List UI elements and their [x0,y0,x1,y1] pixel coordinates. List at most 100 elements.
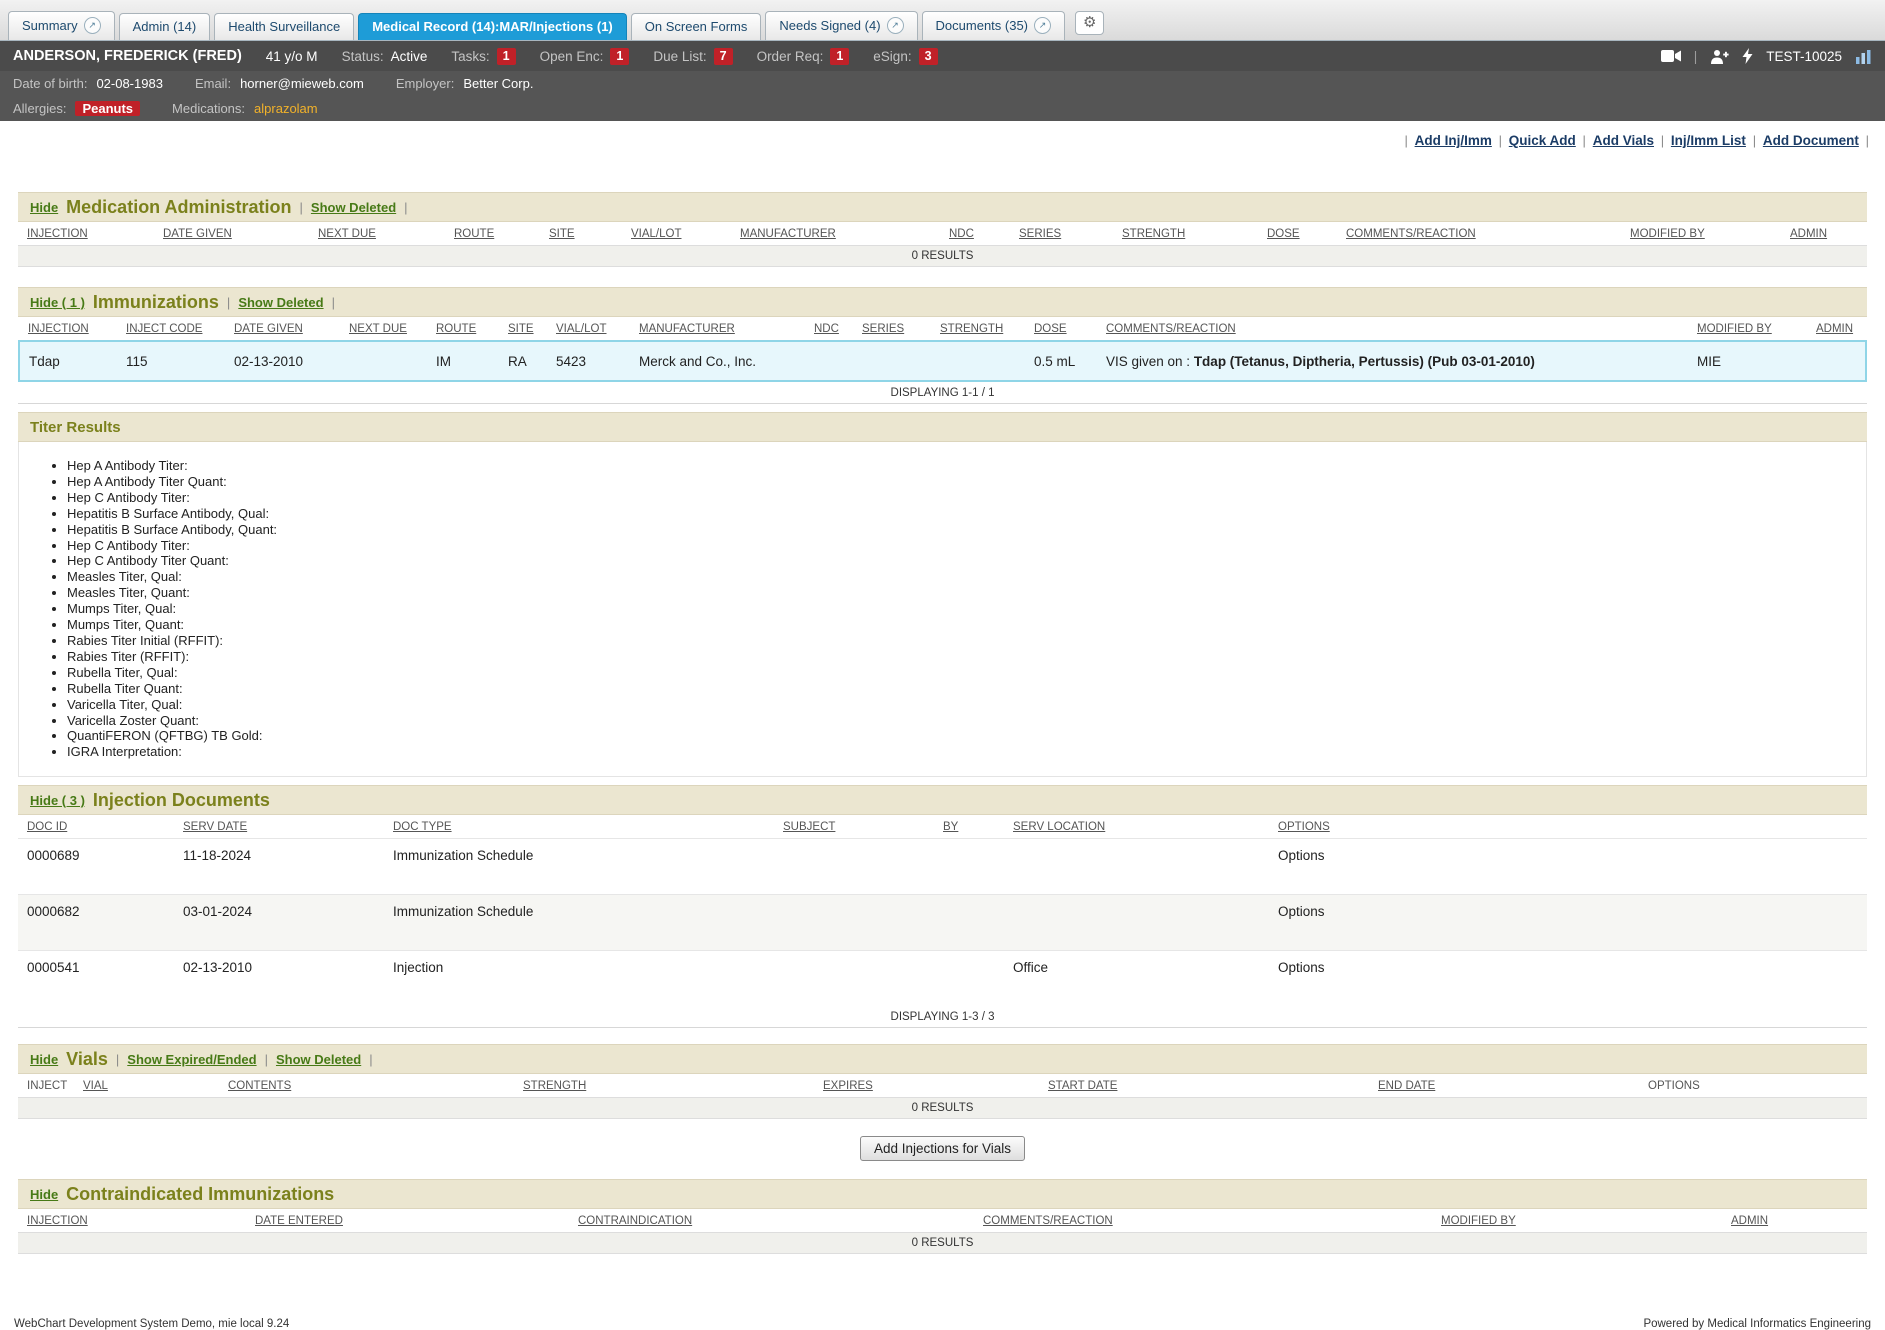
col-modified-by[interactable]: MODIFIED BY [1437,1209,1727,1232]
col-by[interactable]: BY [939,815,1009,839]
add-person-icon[interactable] [1710,49,1729,64]
col-strength[interactable]: STRENGTH [936,317,1030,341]
popout-icon[interactable]: ↗ [887,17,904,34]
col-injection[interactable]: INJECTION [19,317,122,341]
col-manufacturer[interactable]: MANUFACTURER [635,317,810,341]
col-dose[interactable]: DOSE [1030,317,1102,341]
inj-imm-list-link[interactable]: Inj/Imm List [1671,133,1746,148]
hide-vials-link[interactable]: Hide [30,1052,58,1067]
bar-chart-icon[interactable] [1855,49,1872,64]
col-vial-lot[interactable]: VIAL/LOT [627,222,736,245]
document-row[interactable]: 0000689 11-18-2024 Immunization Schedule… [18,839,1867,895]
add-vials-link[interactable]: Add Vials [1593,133,1654,148]
col-subject[interactable]: SUBJECT [779,815,939,839]
col-doc-id[interactable]: DOC ID [18,815,179,839]
col-strength[interactable]: STRENGTH [519,1074,819,1097]
hide-injection-documents-link[interactable]: Hide ( 3 ) [30,793,85,808]
tab-label: Documents (35) [936,18,1028,33]
popout-icon[interactable]: ↗ [84,17,101,34]
col-next-due[interactable]: NEXT DUE [314,222,450,245]
quick-add-link[interactable]: Quick Add [1509,133,1576,148]
col-doc-type[interactable]: DOC TYPE [389,815,779,839]
tab-summary[interactable]: Summary ↗ [8,11,115,40]
footer-system-info: WebChart Development System Demo, mie lo… [14,1318,289,1330]
options-menu[interactable]: Options [1278,904,1325,919]
tab-health-surveillance[interactable]: Health Surveillance [214,13,354,40]
col-end-date[interactable]: END DATE [1374,1074,1644,1097]
tab-needs-signed[interactable]: Needs Signed (4) ↗ [765,11,917,40]
col-vial[interactable]: VIAL [79,1074,224,1097]
hide-med-admin-link[interactable]: Hide [30,200,58,215]
due-list-badge[interactable]: 7 [714,48,733,65]
col-comments[interactable]: COMMENTS/REACTION [1102,317,1693,341]
cell-doc-id: 0000541 [18,951,179,1007]
col-series[interactable]: SERIES [1015,222,1118,245]
col-contraindication[interactable]: CONTRAINDICATION [574,1209,979,1232]
col-comments[interactable]: COMMENTS/REACTION [979,1209,1437,1232]
video-call-icon[interactable] [1661,49,1681,63]
patient-details-row: Date of birth: 02-08-1983 Email: horner@… [0,71,1885,96]
show-expired-ended-link[interactable]: Show Expired/Ended [127,1052,256,1067]
add-injections-for-vials-button[interactable]: Add Injections for Vials [860,1136,1025,1161]
tab-documents[interactable]: Documents (35) ↗ [922,11,1065,40]
col-site[interactable]: SITE [504,317,552,341]
col-route[interactable]: ROUTE [450,222,545,245]
col-expires[interactable]: EXPIRES [819,1074,1044,1097]
tab-admin[interactable]: Admin (14) [119,13,211,40]
col-serv-location[interactable]: SERV LOCATION [1009,815,1274,839]
col-admin[interactable]: ADMIN [1727,1209,1867,1232]
col-modified-by[interactable]: MODIFIED BY [1693,317,1812,341]
col-strength[interactable]: STRENGTH [1118,222,1263,245]
hide-contraindicated-link[interactable]: Hide [30,1187,58,1202]
col-modified-by[interactable]: MODIFIED BY [1626,222,1786,245]
col-ndc[interactable]: NDC [810,317,858,341]
col-site[interactable]: SITE [545,222,627,245]
col-admin[interactable]: ADMIN [1786,222,1867,245]
quick-actions-lightning-icon[interactable] [1742,48,1753,64]
show-deleted-link[interactable]: Show Deleted [238,295,323,310]
show-deleted-link[interactable]: Show Deleted [276,1052,361,1067]
col-series[interactable]: SERIES [858,317,936,341]
add-inj-imm-link[interactable]: Add Inj/Imm [1415,133,1492,148]
options-menu[interactable]: Options [1278,960,1325,975]
col-ndc[interactable]: NDC [945,222,1015,245]
col-options[interactable]: OPTIONS [1274,815,1867,839]
col-admin[interactable]: ADMIN [1812,317,1866,341]
show-deleted-link[interactable]: Show Deleted [311,200,396,215]
col-date-entered[interactable]: DATE ENTERED [251,1209,574,1232]
col-route[interactable]: ROUTE [432,317,504,341]
col-injection[interactable]: INJECTION [18,1209,251,1232]
col-dose[interactable]: DOSE [1263,222,1342,245]
col-injection[interactable]: INJECTION [18,222,159,245]
open-enc-badge[interactable]: 1 [610,48,629,65]
tab-label: Medical Record (14):MAR/Injections (1) [372,19,613,34]
col-date-given[interactable]: DATE GIVEN [159,222,314,245]
allergy-badge[interactable]: Peanuts [75,101,140,116]
options-menu[interactable]: Options [1278,848,1325,863]
document-row[interactable]: 0000682 03-01-2024 Immunization Schedule… [18,895,1867,951]
add-document-link[interactable]: Add Document [1763,133,1859,148]
medication-item[interactable]: alprazolam [254,101,318,116]
tab-on-screen-forms[interactable]: On Screen Forms [631,13,762,40]
settings-gear-icon[interactable]: ⚙ [1075,11,1104,35]
titer-item: Hepatitis B Surface Antibody, Quant: [67,522,1866,538]
tasks-badge[interactable]: 1 [497,48,516,65]
esign-badge[interactable]: 3 [919,48,938,65]
hide-immunizations-link[interactable]: Hide ( 1 ) [30,295,85,310]
popout-icon[interactable]: ↗ [1034,17,1051,34]
col-contents[interactable]: CONTENTS [224,1074,519,1097]
document-row[interactable]: 0000541 02-13-2010 Injection Office Opti… [18,951,1867,1007]
col-next-due[interactable]: NEXT DUE [345,317,432,341]
col-vial-lot[interactable]: VIAL/LOT [552,317,635,341]
col-date-given[interactable]: DATE GIVEN [230,317,345,341]
order-req-badge[interactable]: 1 [830,48,849,65]
col-comments[interactable]: COMMENTS/REACTION [1342,222,1626,245]
col-inject-code[interactable]: INJECT CODE [122,317,230,341]
col-start-date[interactable]: START DATE [1044,1074,1374,1097]
patient-status: Status: Active [342,49,428,64]
immunization-row-tdap[interactable]: Tdap 115 02-13-2010 IM RA 5423 Merck and… [19,341,1866,381]
col-serv-date[interactable]: SERV DATE [179,815,389,839]
footer-powered-by[interactable]: Powered by Medical Informatics Engineeri… [1643,1318,1871,1330]
col-manufacturer[interactable]: MANUFACTURER [736,222,945,245]
tab-medical-record-mar-injections[interactable]: Medical Record (14):MAR/Injections (1) [358,13,627,40]
